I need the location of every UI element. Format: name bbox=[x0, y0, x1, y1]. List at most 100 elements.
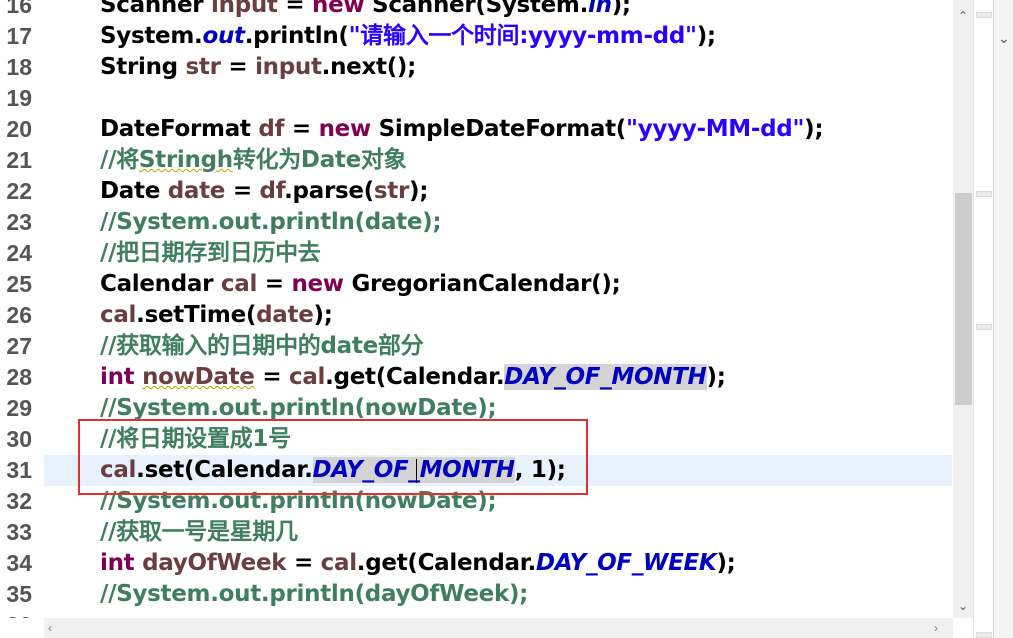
code-token: //System.out.println(date); bbox=[100, 209, 442, 235]
line-number: 24 bbox=[6, 240, 32, 266]
overview-marker[interactable] bbox=[976, 191, 992, 197]
code-token: //获取输入的日期中的date部分 bbox=[100, 333, 424, 359]
scroll-left-icon[interactable]: ‹ bbox=[48, 621, 52, 635]
line-number: 19 bbox=[6, 85, 32, 111]
code-token: input bbox=[255, 54, 322, 80]
overview-marker[interactable] bbox=[976, 12, 992, 18]
code-token: GregorianCalendar(); bbox=[343, 271, 621, 297]
code-token: String bbox=[100, 54, 186, 80]
line-number: 32 bbox=[6, 488, 32, 514]
code-text[interactable]: cal.setTime(date); bbox=[100, 300, 333, 331]
text-caret bbox=[416, 459, 417, 483]
line-number: 28 bbox=[6, 364, 32, 390]
code-token: date bbox=[256, 302, 314, 328]
code-token: = bbox=[225, 178, 260, 204]
code-token: "请输入一个时间:yyyy-mm-dd" bbox=[348, 23, 697, 49]
code-token: = bbox=[220, 54, 256, 80]
code-token: 转化为Date对象 bbox=[232, 147, 407, 173]
code-token: //获取一号是星期几 bbox=[100, 519, 298, 545]
line-number: 31 bbox=[6, 457, 32, 483]
code-line[interactable] bbox=[44, 610, 952, 618]
code-token: //System.out.println(nowDate); bbox=[100, 395, 497, 421]
code-text[interactable]: //获取一号是星期几 bbox=[100, 517, 298, 548]
code-token: .setTime( bbox=[136, 302, 257, 328]
code-token: nowDate bbox=[142, 364, 255, 390]
code-token: ); bbox=[611, 0, 631, 18]
line-number: 18 bbox=[6, 54, 32, 80]
code-token: DAY_OF_WEEK bbox=[535, 550, 717, 576]
code-token: date bbox=[167, 178, 226, 204]
code-token: Stringh bbox=[138, 147, 233, 173]
code-text[interactable]: //把日期存到日历中去 bbox=[100, 238, 321, 269]
code-token: input bbox=[211, 0, 278, 18]
code-token: ); bbox=[804, 116, 824, 142]
code-token: df bbox=[258, 116, 285, 142]
scroll-down-icon[interactable]: ⌄ bbox=[953, 596, 973, 616]
overview-ruler bbox=[973, 0, 994, 638]
code-token: new bbox=[291, 271, 344, 297]
code-text[interactable]: Calendar cal = new GregorianCalendar(); bbox=[100, 269, 621, 300]
code-text[interactable]: //获取输入的日期中的date部分 bbox=[100, 331, 424, 362]
code-token: = bbox=[254, 364, 289, 390]
code-token: System. bbox=[100, 23, 203, 49]
line-number: 29 bbox=[6, 395, 32, 421]
code-token: //将 bbox=[100, 147, 139, 173]
code-line[interactable] bbox=[44, 83, 952, 114]
code-text[interactable]: //System.out.println(date); bbox=[100, 207, 442, 238]
code-token: Date bbox=[100, 178, 168, 204]
code-token: Scanner bbox=[100, 0, 212, 18]
code-token: df bbox=[259, 178, 285, 204]
code-text[interactable]: int dayOfWeek = cal.get(Calendar.DAY_OF_… bbox=[100, 548, 736, 579]
scroll-up-icon[interactable]: ⌃ bbox=[953, 6, 973, 26]
overview-marker[interactable] bbox=[976, 632, 992, 638]
line-number: 35 bbox=[6, 581, 32, 607]
code-token: ); bbox=[409, 178, 429, 204]
code-text[interactable]: //将Stringh转化为Date对象 bbox=[100, 145, 407, 176]
code-text[interactable]: DateFormat df = new SimpleDateFormat("yy… bbox=[100, 114, 824, 145]
code-token: = bbox=[257, 271, 292, 297]
line-number: 20 bbox=[6, 116, 32, 142]
line-number: 23 bbox=[6, 209, 32, 235]
code-token: cal bbox=[320, 550, 357, 576]
code-token: new bbox=[318, 116, 372, 142]
code-token: dayOfWeek bbox=[142, 550, 287, 576]
code-token: ); bbox=[696, 23, 716, 49]
line-number: 33 bbox=[6, 519, 32, 545]
code-editor[interactable]: Scanner input = new Scanner(System.in); S… bbox=[44, 0, 952, 618]
code-token: = bbox=[277, 0, 313, 18]
line-number: 22 bbox=[6, 178, 32, 204]
line-number: 16 bbox=[6, 0, 32, 18]
code-text[interactable]: int nowDate = cal.get(Calendar.DAY_OF_MO… bbox=[100, 362, 726, 393]
line-number: 36 bbox=[0, 610, 32, 618]
chevron-down-icon[interactable]: ⌄ bbox=[998, 30, 1010, 47]
code-token: ); bbox=[706, 364, 726, 390]
code-token: DateFormat bbox=[100, 116, 259, 142]
code-token: cal bbox=[100, 302, 137, 328]
code-text[interactable]: Date date = df.parse(str); bbox=[100, 176, 428, 207]
code-token: DAY_OF_MONTH bbox=[504, 364, 707, 390]
code-token: str bbox=[185, 54, 221, 80]
overview-marker[interactable] bbox=[976, 324, 992, 330]
code-token: cal bbox=[220, 271, 258, 297]
horizontal-scrollbar[interactable]: ‹ › bbox=[44, 618, 953, 638]
code-token: .get(Calendar. bbox=[356, 550, 536, 576]
code-token: out bbox=[202, 23, 245, 49]
vertical-scrollbar-thumb[interactable] bbox=[955, 193, 972, 405]
code-token: Scanner(System. bbox=[364, 0, 589, 18]
code-token: int bbox=[100, 364, 135, 390]
code-text[interactable]: System.out.println("请输入一个时间:yyyy-mm-dd")… bbox=[100, 21, 716, 52]
code-token: int bbox=[100, 550, 135, 576]
code-text[interactable]: Scanner input = new Scanner(System.in); bbox=[100, 0, 631, 21]
line-number: 26 bbox=[6, 302, 32, 328]
code-token: Calendar bbox=[100, 271, 221, 297]
code-token: //把日期存到日历中去 bbox=[100, 240, 321, 266]
code-text[interactable]: String str = input.next(); bbox=[100, 52, 416, 83]
code-token: = bbox=[284, 116, 319, 142]
line-number: 27 bbox=[6, 333, 32, 359]
code-text[interactable]: //System.out.println(dayOfWeek); bbox=[100, 579, 528, 610]
code-token: .parse( bbox=[284, 178, 374, 204]
scroll-right-icon[interactable]: › bbox=[934, 621, 938, 635]
line-numbers: 16 17 18 19 20 21 22 23 24 25 26 27 28 29 30 31 32 33 34 35… bbox=[0, 0, 40, 618]
